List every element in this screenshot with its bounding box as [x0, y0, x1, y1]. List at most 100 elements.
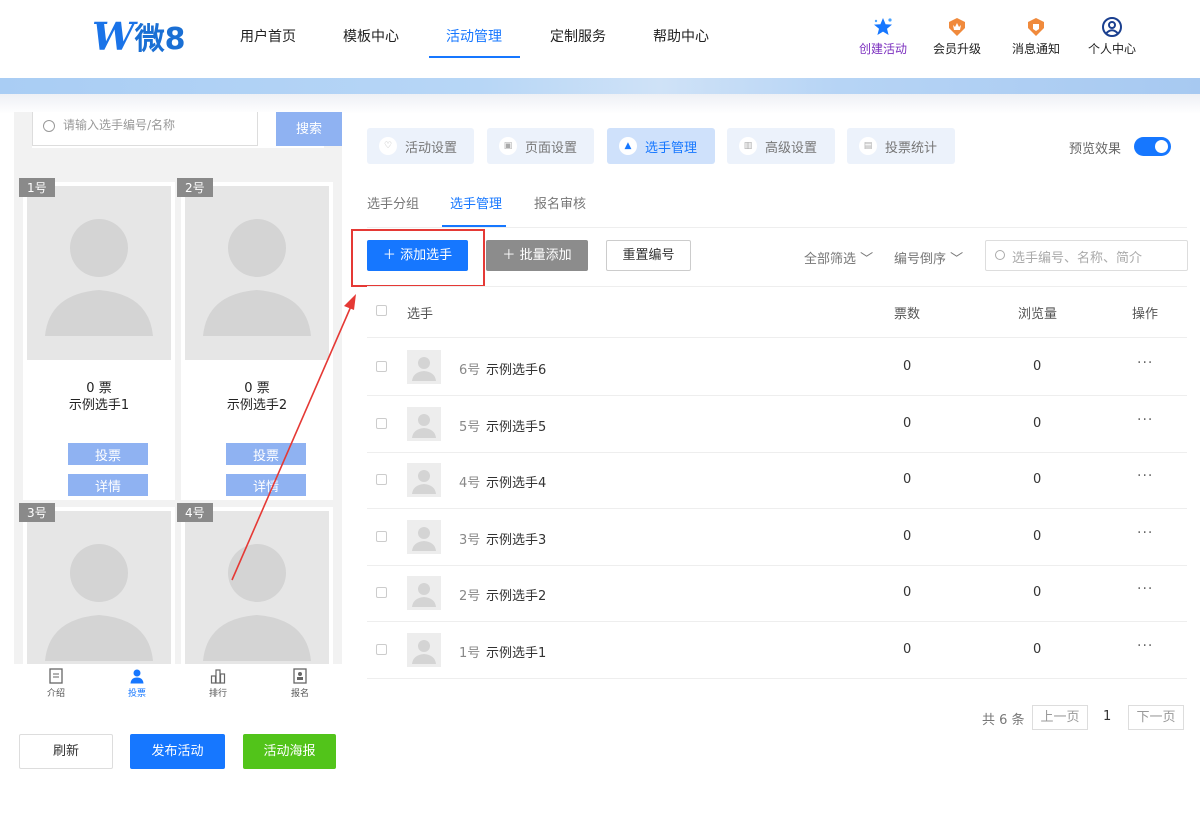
preview-search-input[interactable]: 请输入选手编号/名称: [32, 112, 258, 146]
batch-add-label: 批量添加: [519, 248, 572, 263]
vote-button[interactable]: 投票: [68, 443, 148, 465]
player-votes: 0: [903, 585, 912, 600]
member-upgrade-button[interactable]: 会员升级: [929, 16, 985, 57]
pager-next-button[interactable]: 下一页: [1128, 705, 1184, 730]
avatar-placeholder-icon: [412, 414, 436, 438]
vote-button[interactable]: 投票: [226, 443, 306, 465]
detail-button[interactable]: 详情: [68, 474, 148, 496]
header-banner: [0, 78, 1200, 94]
tab-vote-statistics[interactable]: ▤ 投票统计: [847, 128, 955, 164]
tab-player-management[interactable]: ▲ 选手管理: [607, 128, 715, 164]
table-row: 5号 示例选手5 0 0 ···: [367, 396, 1187, 453]
tab-activity-settings-label: 活动设置: [405, 140, 458, 156]
tab-intro[interactable]: 介绍: [36, 668, 76, 699]
nav-active-underline: [429, 56, 520, 58]
tab-page-settings[interactable]: ▣ 页面设置: [487, 128, 594, 164]
subtab-player-management[interactable]: 选手管理: [450, 193, 502, 212]
row-more-actions-button[interactable]: ···: [1137, 525, 1153, 541]
player-card[interactable]: 2号 0 票 示例选手2 投票 详情: [177, 178, 333, 500]
player-name: 示例选手4: [486, 476, 547, 491]
player-number: 5号: [459, 420, 481, 435]
player-name: 示例选手3: [486, 533, 547, 548]
row-more-actions-button[interactable]: ···: [1137, 581, 1153, 597]
player-votes: 0: [903, 642, 912, 657]
banner-shadow: [0, 94, 1200, 114]
player-number-badge: 2号: [177, 178, 213, 197]
logo[interactable]: W 微8: [92, 14, 186, 59]
preview-effect-toggle[interactable]: [1134, 137, 1171, 156]
subtab-player-groups[interactable]: 选手分组: [367, 193, 419, 212]
pager-prev-button[interactable]: 上一页: [1032, 705, 1088, 730]
row-checkbox[interactable]: [376, 587, 387, 598]
tab-advanced-settings[interactable]: ▥ 高级设置: [727, 128, 835, 164]
detail-button[interactable]: 详情: [226, 474, 306, 496]
tab-signup[interactable]: 报名: [280, 668, 320, 699]
nav-item-home[interactable]: 用户首页: [240, 26, 296, 46]
tab-ranking[interactable]: 排行: [198, 668, 238, 699]
player-thumbnail: [407, 633, 441, 667]
batch-add-button[interactable]: ＋ 批量添加: [486, 240, 588, 271]
row-checkbox[interactable]: [376, 361, 387, 372]
create-activity-button[interactable]: 创建活动: [855, 16, 911, 57]
pager-total: 共 6 条: [982, 713, 1025, 728]
user-circle-icon: [1102, 17, 1122, 37]
player-views: 0: [1033, 359, 1042, 374]
signup-form-icon: [293, 668, 307, 684]
player-name: 示例选手2: [486, 589, 547, 604]
player-views: 0: [1033, 529, 1042, 544]
highlight-annotation-box: [351, 229, 485, 287]
player-thumbnail: [407, 350, 441, 384]
player-votes: 0: [903, 529, 912, 544]
subtab-signup-review[interactable]: 报名审核: [534, 193, 586, 212]
crown-badge-icon: [949, 18, 965, 36]
row-checkbox[interactable]: [376, 474, 387, 485]
player-number: 1号: [459, 646, 481, 661]
notifications-button[interactable]: 消息通知: [1008, 16, 1064, 57]
activity-poster-button[interactable]: 活动海报: [243, 734, 336, 769]
all-filter-dropdown[interactable]: 全部筛选 ﹀: [804, 248, 873, 267]
logo-text: 微8: [134, 22, 186, 57]
stats-icon: ▤: [859, 137, 877, 155]
personal-center-button[interactable]: 个人中心: [1084, 16, 1140, 57]
player-votes: 0: [903, 416, 912, 431]
select-all-checkbox[interactable]: [376, 305, 387, 316]
player-card[interactable]: 1号 0 票 示例选手1 投票 详情: [19, 178, 175, 500]
avatar-placeholder-icon: [412, 470, 436, 494]
preview-search-button[interactable]: 搜索: [276, 112, 342, 146]
tab-advanced-settings-label: 高级设置: [765, 140, 818, 156]
player-photo: [27, 511, 171, 668]
player-views: 0: [1033, 472, 1042, 487]
nav-item-templates[interactable]: 模板中心: [343, 26, 399, 46]
player-search-input[interactable]: 选手编号、名称、简介: [985, 240, 1188, 271]
nav-item-help[interactable]: 帮助中心: [653, 26, 709, 46]
sort-order-dropdown[interactable]: 编号倒序 ﹀: [894, 248, 963, 267]
reset-numbers-button[interactable]: 重置编号: [606, 240, 691, 271]
publish-activity-button[interactable]: 发布活动: [130, 734, 225, 769]
refresh-button[interactable]: 刷新: [19, 734, 113, 769]
tab-vote[interactable]: 投票: [117, 668, 157, 699]
tab-activity-settings[interactable]: ♡ 活动设置: [367, 128, 474, 164]
player-name: 示例选手2: [226, 398, 288, 413]
tab-player-management-label: 选手管理: [645, 140, 698, 156]
row-more-actions-button[interactable]: ···: [1137, 468, 1153, 484]
row-checkbox[interactable]: [376, 531, 387, 542]
search-icon: [43, 120, 55, 132]
player-card[interactable]: 3号: [19, 503, 175, 668]
player-thumbnail: [407, 407, 441, 441]
nav-item-custom-service[interactable]: 定制服务: [550, 26, 606, 46]
player-card[interactable]: 4号: [177, 503, 333, 668]
row-checkbox[interactable]: [376, 418, 387, 429]
row-more-actions-button[interactable]: ···: [1137, 355, 1153, 371]
preview-effect-label: 预览效果: [1069, 142, 1122, 157]
player-number: 4号: [459, 476, 481, 491]
player-name: 示例选手6: [486, 363, 547, 378]
row-more-actions-button[interactable]: ···: [1137, 638, 1153, 654]
player-votes: 0: [903, 359, 912, 374]
tab-intro-label: 介绍: [46, 689, 65, 699]
image-icon: ▣: [499, 137, 517, 155]
table-row: 6号 示例选手6 0 0 ···: [367, 339, 1187, 396]
pager-current-page[interactable]: 1: [1103, 709, 1111, 724]
row-checkbox[interactable]: [376, 644, 387, 655]
row-more-actions-button[interactable]: ···: [1137, 412, 1153, 428]
nav-item-activity-management[interactable]: 活动管理: [446, 26, 502, 46]
